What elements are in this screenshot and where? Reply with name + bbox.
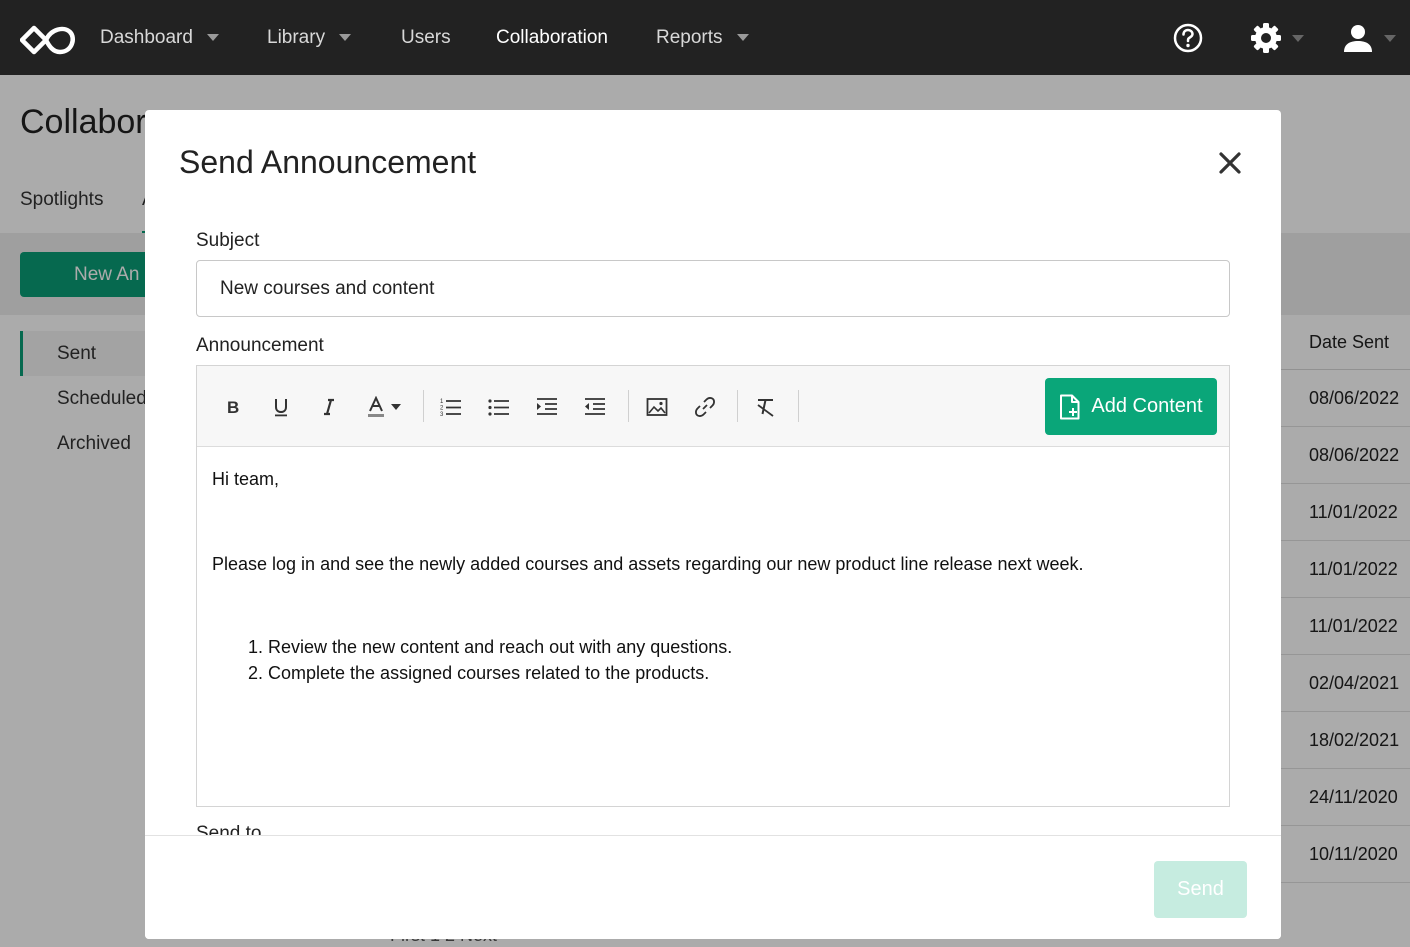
settings-menu[interactable] [1250, 20, 1304, 56]
toolbar-divider [628, 390, 629, 422]
nav-collaboration-label: Collaboration [496, 26, 608, 48]
bold-button[interactable]: B [217, 391, 249, 423]
nav-users[interactable]: Users [401, 0, 451, 75]
insert-link-button[interactable] [689, 391, 721, 423]
toolbar-divider [423, 390, 424, 422]
nav-collaboration[interactable]: Collaboration [496, 0, 608, 75]
gear-icon [1251, 23, 1281, 53]
indent-icon [537, 398, 557, 415]
svg-text:3: 3 [440, 412, 444, 417]
text-color-button[interactable] [360, 391, 406, 423]
chevron-down-icon [339, 34, 352, 41]
send-announcement-modal: Send Announcement Subject Announcement B… [145, 110, 1281, 939]
greeting-text: Hi team, [212, 469, 280, 489]
close-icon[interactable] [1213, 146, 1247, 180]
chevron-down-icon [736, 34, 749, 41]
add-content-label: Add Content [1091, 395, 1203, 417]
logo-icon[interactable] [20, 22, 78, 58]
add-file-icon [1060, 394, 1080, 419]
nav-users-label: Users [401, 26, 451, 48]
editor-toolbar: B 123 Add Content [197, 366, 1229, 447]
ordered-list-icon: 123 [440, 399, 461, 417]
svg-text:1: 1 [440, 399, 444, 405]
svg-text:2: 2 [440, 406, 444, 412]
outdent-button[interactable] [579, 391, 611, 423]
text-color-icon [367, 396, 384, 417]
list-item: Complete the assigned courses related to… [268, 660, 1212, 686]
clear-formatting-button[interactable] [750, 391, 782, 423]
chevron-down-icon [1292, 34, 1304, 42]
modal-title: Send Announcement [179, 144, 477, 180]
subject-label: Subject [196, 230, 260, 251]
announcement-label: Announcement [196, 335, 324, 356]
italic-icon [324, 398, 334, 416]
list-item: Review the new content and reach out wit… [268, 634, 1212, 660]
chevron-down-icon [206, 34, 219, 41]
body-paragraph: Please log in and see the newly added co… [212, 554, 1084, 574]
nav-dashboard[interactable]: Dashboard [100, 0, 219, 75]
bullet-list-icon [488, 399, 509, 416]
svg-text:B: B [227, 398, 239, 416]
modal-footer: Send [145, 835, 1281, 939]
help-icon [1173, 23, 1203, 53]
insert-image-button[interactable] [641, 391, 673, 423]
send-button[interactable]: Send [1154, 861, 1247, 918]
underline-icon [275, 399, 287, 417]
user-icon [1344, 25, 1372, 52]
underline-button[interactable] [265, 391, 297, 423]
chevron-down-icon [390, 404, 401, 410]
help-button[interactable] [1172, 20, 1204, 56]
toolbar-divider [737, 390, 738, 422]
rich-text-editor: B 123 Add Content Hi team, Please log in… [196, 365, 1230, 807]
image-icon [646, 398, 668, 416]
bullet-list-button[interactable] [483, 391, 515, 423]
user-menu[interactable] [1342, 20, 1396, 56]
italic-button[interactable] [313, 391, 345, 423]
nav-reports[interactable]: Reports [656, 0, 749, 75]
nav-dashboard-label: Dashboard [100, 26, 193, 48]
subject-input[interactable] [196, 260, 1230, 317]
editor-content[interactable]: Hi team, Please log in and see the newly… [212, 466, 1212, 686]
bold-icon: B [227, 398, 239, 416]
link-icon [695, 397, 715, 417]
nav-library[interactable]: Library [267, 0, 352, 75]
add-content-button[interactable]: Add Content [1045, 378, 1217, 435]
outdent-icon [585, 398, 605, 415]
indent-button[interactable] [531, 391, 563, 423]
toolbar-divider [798, 390, 799, 422]
chevron-down-icon [1384, 34, 1396, 42]
nav-library-label: Library [267, 26, 326, 48]
top-nav: Dashboard Library Users Collaboration Re… [0, 0, 1410, 75]
clear-formatting-icon [757, 399, 774, 417]
task-list: Review the new content and reach out wit… [212, 634, 1212, 686]
ordered-list-button[interactable]: 123 [435, 391, 467, 423]
nav-reports-label: Reports [656, 26, 723, 48]
